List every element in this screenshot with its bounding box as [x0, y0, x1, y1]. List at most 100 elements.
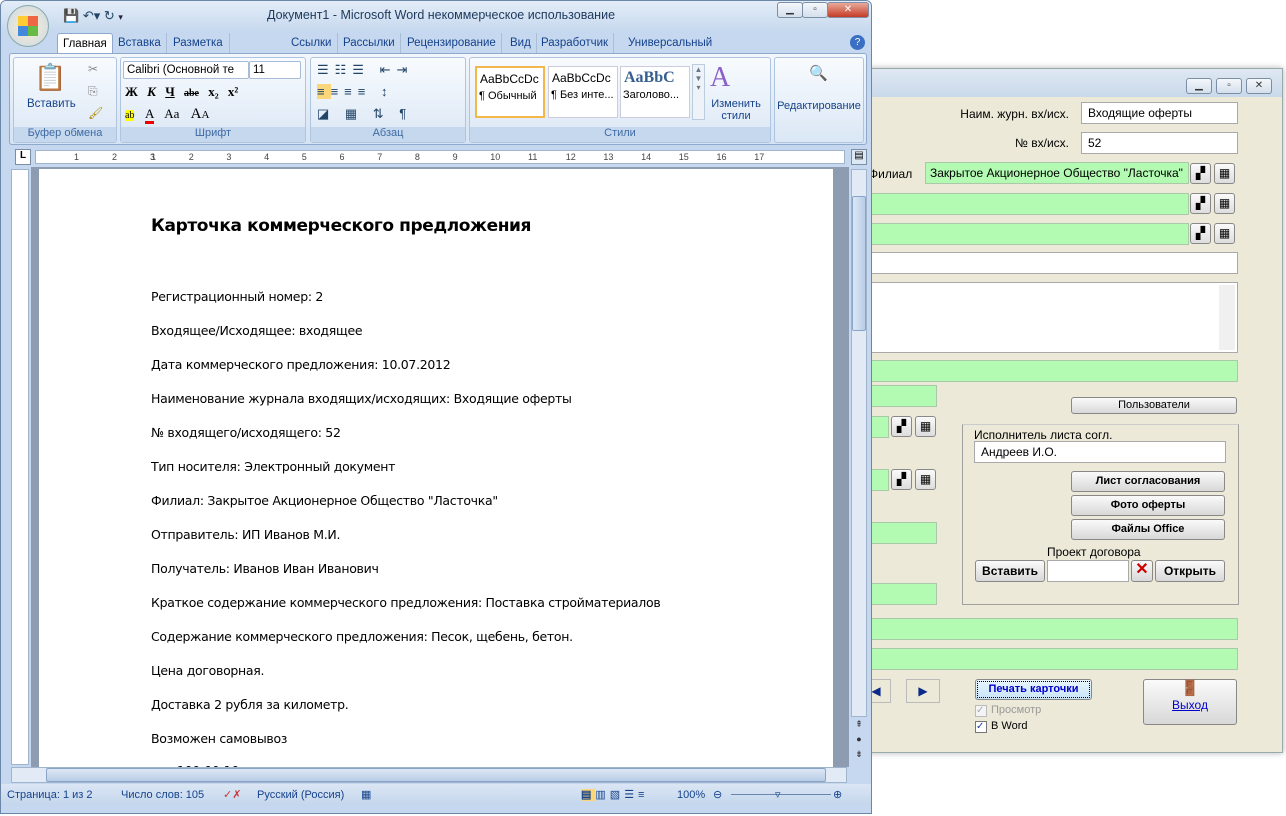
branch-field[interactable]: Закрытое Акционерное Общество "Ласточка"	[925, 162, 1189, 184]
journal-field[interactable]: Входящие оферты	[1081, 102, 1238, 124]
zoom-slider[interactable]	[731, 794, 831, 795]
summary-field[interactable]	[821, 252, 1238, 274]
users-button[interactable]: Пользователи	[1071, 397, 1237, 414]
content-memo[interactable]	[821, 282, 1238, 353]
table-icon[interactable]: ▦	[915, 469, 936, 490]
zoom-level[interactable]: 100%	[677, 784, 705, 806]
italic-button[interactable]: К	[147, 84, 156, 99]
vertical-scrollbar[interactable]	[851, 169, 867, 717]
font-size-select[interactable]: 11	[249, 61, 301, 79]
font-color-button[interactable]: A	[145, 106, 154, 124]
draft-contract-field[interactable]	[1047, 560, 1129, 582]
find-icon[interactable]: 🔍	[809, 64, 828, 82]
field-green[interactable]	[821, 360, 1238, 382]
tab-insert[interactable]: Вставка	[113, 33, 167, 53]
zoom-slider-thumb[interactable]: ▿	[775, 784, 781, 806]
horizontal-ruler[interactable]: 3 2 1 1 2 3 4 5 6 7 8 9 10 11 12 13 14 15 16 17	[35, 150, 845, 164]
tab-references[interactable]: Ссылки	[286, 33, 338, 53]
bold-button[interactable]: Ж	[125, 84, 138, 99]
table-icon[interactable]: ▦	[1214, 193, 1235, 214]
close-button[interactable]: ✕	[1246, 78, 1272, 94]
recipient-field[interactable]	[821, 223, 1189, 245]
tab-selector[interactable]: L	[15, 149, 31, 165]
grow-font-button[interactable]: A	[191, 106, 202, 122]
macro-icon[interactable]: ▦	[361, 784, 371, 806]
change-styles-icon[interactable]: A	[710, 62, 730, 94]
highlight-icon[interactable]: ab	[125, 110, 135, 121]
subscript-button[interactable]: x₂	[208, 84, 218, 99]
maximize-button[interactable]: ▫	[1216, 78, 1242, 94]
open-card-icon[interactable]: ▞	[1190, 223, 1211, 244]
shading-border-buttons[interactable]: ◪ ▦ ⇅ ¶	[317, 106, 412, 122]
underline-button[interactable]: Ч	[165, 84, 175, 99]
insert-button[interactable]: Вставить	[975, 560, 1045, 582]
style-normal[interactable]: AaBbCcDc ¶ Обычный	[475, 66, 545, 118]
open-card-icon[interactable]: ▞	[1190, 163, 1211, 184]
table-icon[interactable]: ▦	[1214, 223, 1235, 244]
in-word-checkbox[interactable]: ✓	[975, 721, 987, 733]
cut-icon[interactable]: ✂	[88, 62, 98, 76]
memo-scrollbar[interactable]	[1219, 285, 1235, 350]
vertical-ruler[interactable]	[11, 169, 29, 765]
horizontal-scrollbar[interactable]	[11, 767, 847, 783]
save-icon[interactable]: 💾	[63, 8, 79, 23]
open-card-icon[interactable]: ▞	[1190, 193, 1211, 214]
open-card-icon[interactable]: ▞	[891, 416, 912, 437]
hscroll-thumb[interactable]	[46, 768, 826, 782]
office-button[interactable]	[7, 5, 49, 47]
font-name-select[interactable]: Calibri (Основной те	[123, 61, 249, 79]
zoom-in-icon[interactable]: ⊕	[833, 784, 842, 806]
editing-button[interactable]: Редактирование	[775, 100, 863, 112]
table-icon[interactable]: ▦	[1214, 163, 1235, 184]
open-button[interactable]: Открыть	[1155, 560, 1225, 582]
field-green[interactable]	[821, 618, 1238, 640]
change-styles-button[interactable]: Изменить стили	[706, 98, 766, 122]
view-buttons[interactable]: ▤▥▧☰≡	[581, 784, 648, 806]
tab-view[interactable]: Вид	[505, 33, 537, 53]
styles-scroll[interactable]: ▲ ▼ ▾	[692, 64, 705, 120]
paste-icon[interactable]: 📋	[34, 62, 66, 93]
paste-button[interactable]: Вставить	[27, 98, 76, 110]
change-case-button[interactable]: Aa	[164, 106, 179, 121]
sender-field[interactable]	[821, 193, 1189, 215]
tab-mailings[interactable]: Рассылки	[338, 33, 401, 53]
redo-icon[interactable]: ↻	[104, 8, 115, 23]
language-indicator[interactable]: Русский (Россия)	[257, 784, 344, 806]
maximize-button[interactable]: ▫	[802, 2, 828, 18]
strikethrough-button[interactable]: abe	[184, 88, 199, 99]
tab-page-layout[interactable]: Разметка страницы	[168, 33, 231, 69]
tab-converter[interactable]: Универсальный конвертер документов	[623, 33, 717, 89]
tab-review[interactable]: Рецензирование	[402, 33, 502, 53]
next-record-button[interactable]: ▶	[906, 679, 940, 703]
minimize-button[interactable]: ▁	[1186, 78, 1212, 94]
preview-checkbox[interactable]: ✓	[975, 705, 987, 717]
undo-icon[interactable]: ↶▾	[83, 8, 100, 23]
page-indicator[interactable]: Страница: 1 из 2	[7, 784, 93, 806]
scroll-thumb[interactable]	[852, 196, 866, 331]
zoom-out-icon[interactable]: ⊖	[713, 784, 722, 806]
help-icon[interactable]: ?	[850, 35, 865, 50]
word-count[interactable]: Число слов: 105	[121, 784, 204, 806]
shrink-font-button[interactable]: A	[201, 109, 209, 121]
proofing-icon[interactable]: ✓✗	[223, 784, 241, 806]
browse-object-buttons[interactable]: ⇞ ● ⇟	[851, 717, 867, 765]
view-ruler-icon[interactable]: ▤	[851, 149, 867, 165]
print-card-button[interactable]: Печать карточки	[975, 679, 1092, 700]
exit-button[interactable]: 🚪 Выход	[1143, 679, 1237, 725]
open-card-icon[interactable]: ▞	[891, 469, 912, 490]
approval-sheet-button[interactable]: Лист согласования	[1071, 471, 1225, 492]
table-icon[interactable]: ▦	[915, 416, 936, 437]
tab-home[interactable]: Главная	[57, 33, 113, 53]
customize-toolbar-icon[interactable]: ▾	[118, 12, 123, 22]
executor-field[interactable]: Андреев И.О.	[974, 441, 1226, 463]
superscript-button[interactable]: x²	[228, 84, 238, 99]
align-buttons[interactable]: ≡≡≡≡ ↕	[317, 84, 393, 99]
copy-icon[interactable]: ⎘	[88, 84, 98, 99]
tab-developer[interactable]: Разработчик	[536, 33, 615, 53]
list-buttons[interactable]: ☰☷☰ ⇤⇥	[317, 62, 413, 78]
style-heading[interactable]: AaBbC Заголово...	[620, 66, 690, 118]
number-field[interactable]: 52	[1081, 132, 1238, 154]
document-page[interactable]: Карточка коммерческого предложения Регис…	[39, 169, 833, 778]
format-painter-icon[interactable]: 🖌	[88, 106, 103, 120]
office-files-button[interactable]: Файлы Office	[1071, 519, 1225, 540]
